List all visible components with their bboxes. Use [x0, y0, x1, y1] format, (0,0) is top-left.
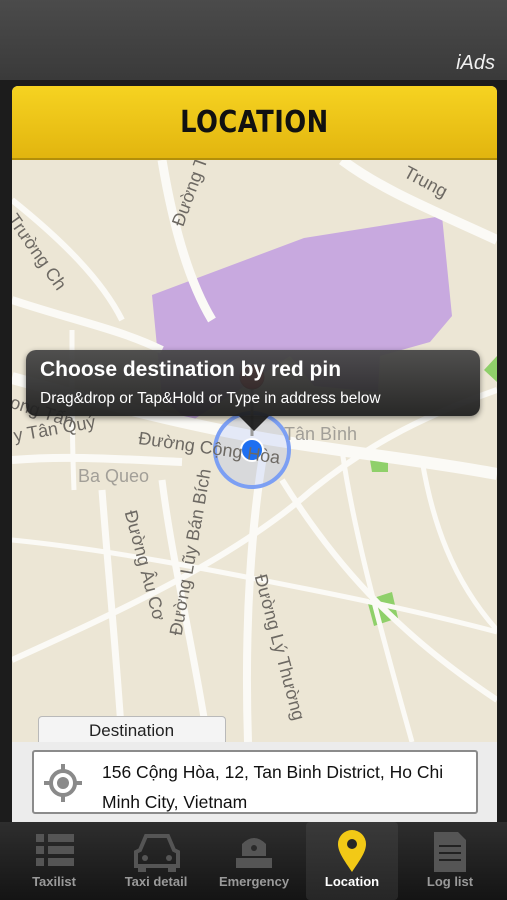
crosshair-icon[interactable] [42, 762, 84, 804]
tab-bar: Taxilist Taxi detail Emergency Location [0, 822, 507, 900]
location-pin-icon [338, 830, 366, 872]
green-area [484, 356, 497, 382]
address-input[interactable]: 156 Cộng Hòa, 12, Tan Binh District, Ho … [32, 750, 478, 814]
map-view[interactable]: Đường Tân Trường Ch Trung ong Tấn y Tân … [12, 160, 497, 742]
tab-label: Location [324, 874, 380, 889]
tab-location[interactable]: Location [306, 822, 398, 900]
tab-label: Taxi detail [124, 874, 188, 889]
district-label: Tân Bình [284, 424, 358, 444]
document-icon [434, 832, 466, 872]
road [419, 459, 497, 632]
location-panel: LOCATION Đường Tân Trường Ch Trung Tấn y… [12, 86, 497, 822]
destination-tab: Destination [38, 716, 226, 745]
callout-subtitle: Drag&drop or Tap&Hold or Type in address… [40, 390, 381, 407]
emergency-icon [236, 838, 272, 868]
ads-label[interactable]: iAds [456, 52, 495, 75]
callout-title: Choose destination by red pin [40, 358, 342, 381]
callout-arrow [239, 416, 269, 431]
road [12, 296, 164, 354]
tab-taxi-detail[interactable]: Taxi detail [110, 822, 202, 900]
destination-tab-label: Destination [89, 721, 175, 740]
tab-label: Log list [426, 874, 474, 889]
tab-label: Taxilist [32, 874, 76, 889]
page-title: LOCATION [180, 104, 329, 140]
tab-log-list[interactable]: Log list [404, 822, 496, 900]
address-text[interactable]: 156 Cộng Hòa, 12, Tan Binh District, Ho … [102, 757, 470, 817]
area-label: Ba Queo [78, 466, 150, 486]
tab-label: Emergency [218, 874, 290, 889]
instruction-callout: Choose destination by red pin Drag&drop … [26, 350, 480, 431]
taxi-icon [134, 834, 180, 872]
list-icon [36, 834, 74, 866]
tab-emergency[interactable]: Emergency [208, 822, 300, 900]
road [12, 453, 183, 466]
location-header: LOCATION [12, 86, 497, 160]
top-bar: iAds [0, 0, 507, 80]
tab-taxilist[interactable]: Taxilist [8, 822, 100, 900]
address-area: 156 Cộng Hòa, 12, Tan Binh District, Ho … [12, 742, 497, 822]
